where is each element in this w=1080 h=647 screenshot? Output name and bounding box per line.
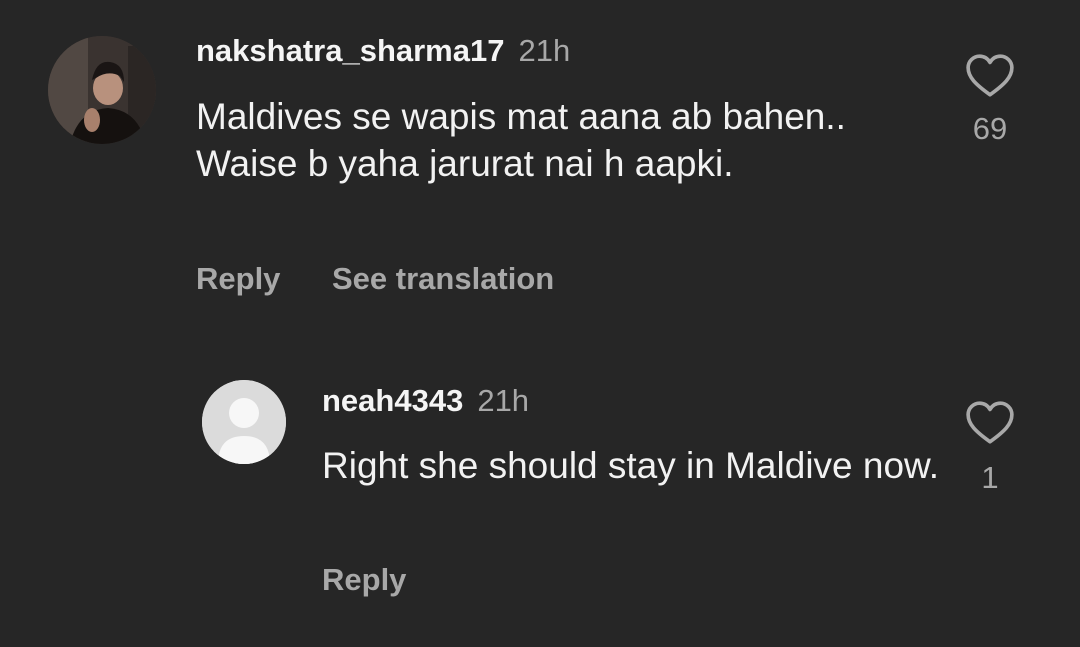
timestamp: 21h xyxy=(477,383,530,418)
username[interactable]: nakshatra_sharma17 xyxy=(196,33,504,68)
like-button[interactable] xyxy=(965,400,1015,446)
avatar[interactable] xyxy=(48,36,156,144)
reply-button[interactable]: Reply xyxy=(196,261,280,297)
like-count: 69 xyxy=(972,111,1008,146)
comment-text: Maldives se wapis mat aana ab bahen.. Wa… xyxy=(196,96,846,184)
default-avatar xyxy=(202,380,286,464)
username[interactable]: neah4343 xyxy=(322,383,463,418)
user-photo xyxy=(48,36,156,144)
comment-header: nakshatra_sharma17 21h xyxy=(196,33,570,69)
like-button[interactable] xyxy=(965,53,1015,99)
reply-button[interactable]: Reply xyxy=(322,562,406,598)
heart-outline-icon xyxy=(966,54,1014,97)
like-count: 1 xyxy=(981,460,999,495)
comment-text: Right she should stay in Maldive now. xyxy=(322,445,940,486)
see-translation-button[interactable]: See translation xyxy=(332,261,554,297)
comment-header: neah4343 21h xyxy=(322,383,529,419)
timestamp: 21h xyxy=(518,33,571,68)
heart-outline-icon xyxy=(966,401,1014,444)
avatar[interactable] xyxy=(202,380,286,464)
